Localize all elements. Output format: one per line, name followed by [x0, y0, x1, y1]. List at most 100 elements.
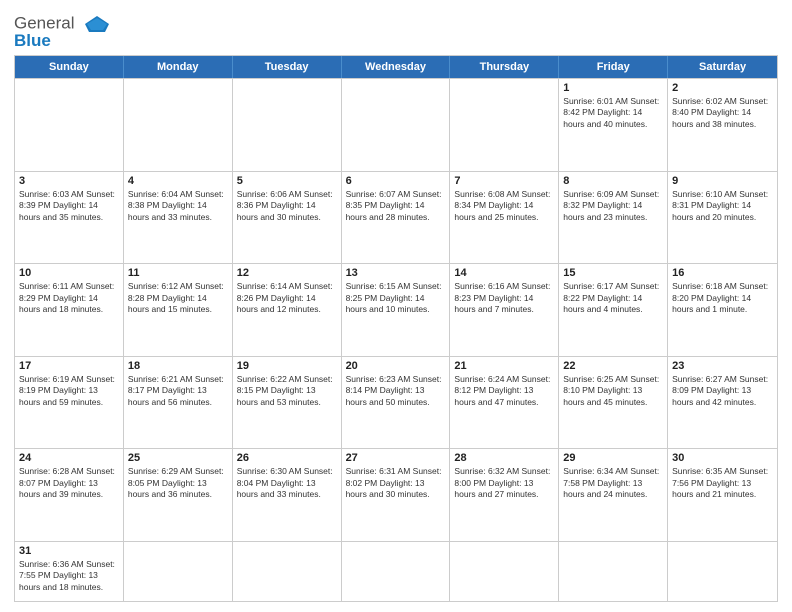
calendar-cell-2-5: 15 Sunrise: 6:17 AM Sunset: 8:22 PM Dayli… — [559, 264, 668, 356]
day-number: 4 — [128, 175, 228, 187]
calendar-cell-1-1: 4Sunrise: 6:04 AM Sunset: 8:38 PM Daylig… — [124, 172, 233, 264]
day-number: 25 — [128, 452, 228, 464]
day-info: Sunrise: 6:22 AM Sunset: 8:15 PM Dayligh… — [237, 374, 337, 408]
day-info: Sunrise: 6:03 AM Sunset: 8:39 PM Dayligh… — [19, 189, 119, 223]
day-number: 9 — [672, 175, 773, 187]
calendar-header: SundayMondayTuesdayWednesdayThursdayFrid… — [15, 56, 777, 78]
day-info: Sunrise: 6:32 AM Sunset: 8:00 PM Dayligh… — [454, 466, 554, 500]
logo-blue: Blue — [14, 32, 113, 49]
calendar-cell-3-3: 20Sunrise: 6:23 AM Sunset: 8:14 PM Dayli… — [342, 357, 451, 449]
calendar-cell-4-1: 25 Sunrise: 6:29 AM Sunset: 8:05 PM Dayli… — [124, 449, 233, 541]
day-number: 15 — [563, 267, 663, 279]
day-info: Sunrise: 6:06 AM Sunset: 8:36 PM Dayligh… — [237, 189, 337, 223]
day-info: Sunrise: 6:34 AM Sunset: 7:58 PM Dayligh… — [563, 466, 663, 500]
day-info: Sunrise: 6:19 AM Sunset: 8:19 PM Dayligh… — [19, 374, 119, 408]
calendar-row-5: 31Sunrise: 6:36 AM Sunset: 7:55 PM Dayli… — [15, 541, 777, 601]
header-day-wednesday: Wednesday — [342, 56, 451, 78]
day-info: Sunrise: 6:35 AM Sunset: 7:56 PM Dayligh… — [672, 466, 773, 500]
logo-icon — [81, 14, 113, 34]
logo-text: General Blue — [14, 14, 113, 49]
calendar-cell-4-4: 28Sunrise: 6:32 AM Sunset: 8:00 PM Dayli… — [450, 449, 559, 541]
day-number: 8 — [563, 175, 663, 187]
calendar-cell-3-6: 23Sunrise: 6:27 AM Sunset: 8:09 PM Dayli… — [668, 357, 777, 449]
calendar-row-0: 1 Sunrise: 6:01 AM Sunset: 8:42 PM Daylig… — [15, 78, 777, 171]
calendar-cell-2-2: 12 Sunrise: 6:14 AM Sunset: 8:26 PM Dayli… — [233, 264, 342, 356]
day-info: Sunrise: 6:14 AM Sunset: 8:26 PM Dayligh… — [237, 281, 337, 315]
day-number: 2 — [672, 82, 773, 94]
day-info: Sunrise: 6:24 AM Sunset: 8:12 PM Dayligh… — [454, 374, 554, 408]
day-info: Sunrise: 6:07 AM Sunset: 8:35 PM Dayligh… — [346, 189, 446, 223]
header-day-sunday: Sunday — [15, 56, 124, 78]
header-day-tuesday: Tuesday — [233, 56, 342, 78]
calendar-cell-2-1: 11 Sunrise: 6:12 AM Sunset: 8:28 PM Dayli… — [124, 264, 233, 356]
day-number: 5 — [237, 175, 337, 187]
day-number: 24 — [19, 452, 119, 464]
day-number: 18 — [128, 360, 228, 372]
day-number: 11 — [128, 267, 228, 279]
day-number: 3 — [19, 175, 119, 187]
calendar-cell-2-4: 14Sunrise: 6:16 AM Sunset: 8:23 PM Dayli… — [450, 264, 559, 356]
day-number: 29 — [563, 452, 663, 464]
header-day-thursday: Thursday — [450, 56, 559, 78]
calendar-cell-2-6: 16Sunrise: 6:18 AM Sunset: 8:20 PM Dayli… — [668, 264, 777, 356]
calendar-row-1: 3 Sunrise: 6:03 AM Sunset: 8:39 PM Daylig… — [15, 171, 777, 264]
day-number: 26 — [237, 452, 337, 464]
calendar-cell-3-2: 19 Sunrise: 6:22 AM Sunset: 8:15 PM Dayli… — [233, 357, 342, 449]
day-number: 23 — [672, 360, 773, 372]
header-day-monday: Monday — [124, 56, 233, 78]
calendar-cell-1-4: 7 Sunrise: 6:08 AM Sunset: 8:34 PM Daylig… — [450, 172, 559, 264]
day-number: 1 — [563, 82, 663, 94]
day-info: Sunrise: 6:11 AM Sunset: 8:29 PM Dayligh… — [19, 281, 119, 315]
day-info: Sunrise: 6:15 AM Sunset: 8:25 PM Dayligh… — [346, 281, 446, 315]
day-info: Sunrise: 6:09 AM Sunset: 8:32 PM Dayligh… — [563, 189, 663, 223]
day-info: Sunrise: 6:36 AM Sunset: 7:55 PM Dayligh… — [19, 559, 119, 593]
day-info: Sunrise: 6:16 AM Sunset: 8:23 PM Dayligh… — [454, 281, 554, 315]
day-info: Sunrise: 6:12 AM Sunset: 8:28 PM Dayligh… — [128, 281, 228, 315]
header: General Blue — [14, 10, 778, 49]
calendar-cell-0-0 — [15, 79, 124, 171]
calendar-cell-4-3: 27Sunrise: 6:31 AM Sunset: 8:02 PM Dayli… — [342, 449, 451, 541]
day-info: Sunrise: 6:10 AM Sunset: 8:31 PM Dayligh… — [672, 189, 773, 223]
calendar-cell-5-5 — [559, 542, 668, 601]
day-number: 19 — [237, 360, 337, 372]
day-info: Sunrise: 6:01 AM Sunset: 8:42 PM Dayligh… — [563, 96, 663, 130]
calendar-cell-0-5: 1 Sunrise: 6:01 AM Sunset: 8:42 PM Daylig… — [559, 79, 668, 171]
day-info: Sunrise: 6:18 AM Sunset: 8:20 PM Dayligh… — [672, 281, 773, 315]
calendar-cell-4-5: 29 Sunrise: 6:34 AM Sunset: 7:58 PM Dayli… — [559, 449, 668, 541]
calendar: SundayMondayTuesdayWednesdayThursdayFrid… — [14, 55, 778, 602]
day-number: 7 — [454, 175, 554, 187]
calendar-cell-0-1 — [124, 79, 233, 171]
calendar-cell-3-0: 17 Sunrise: 6:19 AM Sunset: 8:19 PM Dayli… — [15, 357, 124, 449]
day-number: 30 — [672, 452, 773, 464]
day-number: 17 — [19, 360, 119, 372]
header-day-saturday: Saturday — [668, 56, 777, 78]
calendar-cell-5-1 — [124, 542, 233, 601]
day-info: Sunrise: 6:21 AM Sunset: 8:17 PM Dayligh… — [128, 374, 228, 408]
calendar-cell-0-2 — [233, 79, 342, 171]
day-info: Sunrise: 6:28 AM Sunset: 8:07 PM Dayligh… — [19, 466, 119, 500]
day-info: Sunrise: 6:08 AM Sunset: 8:34 PM Dayligh… — [454, 189, 554, 223]
calendar-row-4: 24 Sunrise: 6:28 AM Sunset: 8:07 PM Dayli… — [15, 448, 777, 541]
day-info: Sunrise: 6:17 AM Sunset: 8:22 PM Dayligh… — [563, 281, 663, 315]
calendar-row-3: 17 Sunrise: 6:19 AM Sunset: 8:19 PM Dayli… — [15, 356, 777, 449]
calendar-cell-5-4 — [450, 542, 559, 601]
calendar-cell-0-3 — [342, 79, 451, 171]
logo: General Blue — [14, 14, 113, 49]
calendar-cell-1-6: 9 Sunrise: 6:10 AM Sunset: 8:31 PM Daylig… — [668, 172, 777, 264]
day-number: 20 — [346, 360, 446, 372]
calendar-cell-5-0: 31Sunrise: 6:36 AM Sunset: 7:55 PM Dayli… — [15, 542, 124, 601]
day-info: Sunrise: 6:30 AM Sunset: 8:04 PM Dayligh… — [237, 466, 337, 500]
day-number: 12 — [237, 267, 337, 279]
calendar-cell-3-4: 21Sunrise: 6:24 AM Sunset: 8:12 PM Dayli… — [450, 357, 559, 449]
day-info: Sunrise: 6:29 AM Sunset: 8:05 PM Dayligh… — [128, 466, 228, 500]
calendar-cell-2-0: 10Sunrise: 6:11 AM Sunset: 8:29 PM Dayli… — [15, 264, 124, 356]
day-number: 22 — [563, 360, 663, 372]
calendar-cell-5-3 — [342, 542, 451, 601]
calendar-cell-4-0: 24 Sunrise: 6:28 AM Sunset: 8:07 PM Dayli… — [15, 449, 124, 541]
calendar-cell-2-3: 13Sunrise: 6:15 AM Sunset: 8:25 PM Dayli… — [342, 264, 451, 356]
calendar-cell-3-5: 22Sunrise: 6:25 AM Sunset: 8:10 PM Dayli… — [559, 357, 668, 449]
calendar-cell-1-3: 6 Sunrise: 6:07 AM Sunset: 8:35 PM Daylig… — [342, 172, 451, 264]
day-number: 6 — [346, 175, 446, 187]
calendar-cell-1-2: 5 Sunrise: 6:06 AM Sunset: 8:36 PM Daylig… — [233, 172, 342, 264]
calendar-cell-5-6 — [668, 542, 777, 601]
